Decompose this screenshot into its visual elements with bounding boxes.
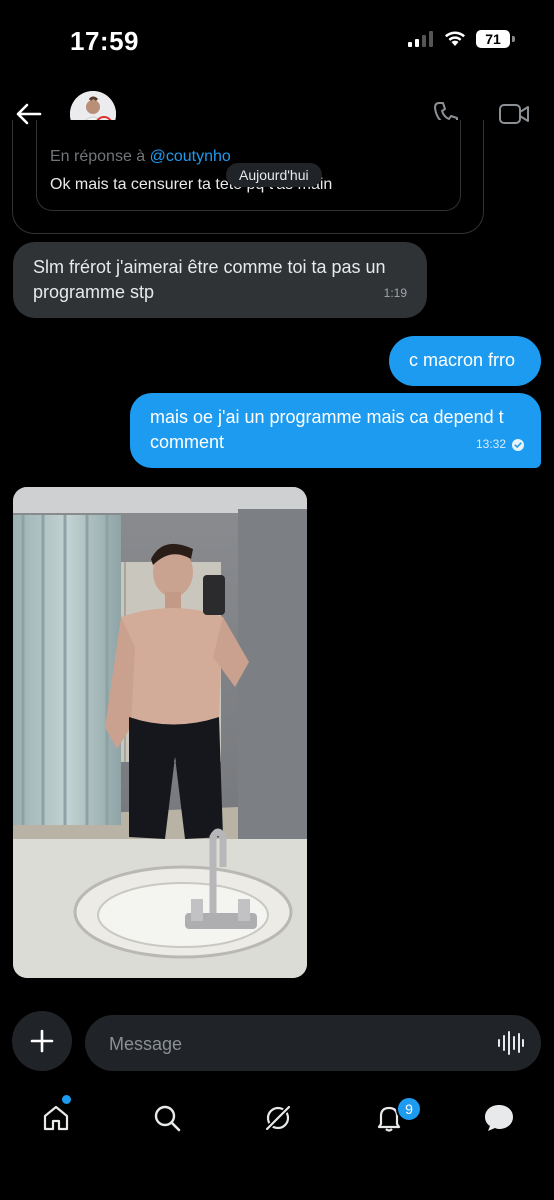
message-bubble-sent[interactable]: c macron frro: [389, 336, 541, 386]
reply-label: En réponse à @coutynho: [50, 148, 231, 166]
status-icons: 71: [408, 30, 515, 48]
search-icon: [154, 1105, 181, 1132]
tab-grok[interactable]: [256, 1096, 300, 1140]
status-time: 17:59: [70, 26, 139, 56]
signal-icon: [408, 31, 433, 47]
message-text: c macron frro: [409, 350, 516, 370]
add-attachment-button[interactable]: [12, 1011, 72, 1071]
mirror-selfie-photo-icon: [13, 487, 307, 978]
day-separator: Aujourd'hui: [226, 163, 322, 187]
message-time: 13:32: [475, 437, 506, 451]
message-bubble-received[interactable]: Slm frérot j'aimerai être comme toi ta p…: [13, 242, 427, 318]
tab-messages[interactable]: [477, 1096, 521, 1140]
message-text: Slm frérot j'aimerai être comme toi ta p…: [33, 257, 386, 302]
tab-home[interactable]: [34, 1096, 78, 1140]
voice-message-button[interactable]: [496, 1029, 524, 1062]
home-unread-dot: [62, 1095, 71, 1104]
video-camera-icon: [499, 104, 529, 124]
video-call-button[interactable]: [498, 100, 530, 133]
message-text: mais oe j'ai un programme mais ca depend…: [150, 407, 504, 452]
reply-handle-link[interactable]: @coutynho: [150, 148, 231, 165]
message-input[interactable]: [107, 1029, 471, 1059]
tab-search[interactable]: [145, 1096, 189, 1140]
message-meta: 13:32: [476, 432, 524, 457]
message-time: 1:19: [383, 286, 407, 300]
wifi-icon: [445, 31, 465, 46]
messages-icon: [485, 1105, 513, 1131]
message-composer[interactable]: [85, 1015, 541, 1071]
read-check-icon: [512, 438, 524, 451]
notification-count-badge: 9: [396, 1096, 422, 1122]
battery-indicator: 71: [476, 30, 515, 48]
reply-prefix: En réponse à: [50, 148, 150, 165]
grok-icon: [264, 1104, 292, 1132]
home-icon: [43, 1105, 69, 1131]
voice-wave-icon: [498, 1031, 524, 1055]
plus-icon: [30, 1029, 54, 1053]
shared-photo[interactable]: [13, 487, 307, 978]
message-bubble-sent[interactable]: mais oe j'ai un programme mais ca depend…: [130, 393, 541, 468]
